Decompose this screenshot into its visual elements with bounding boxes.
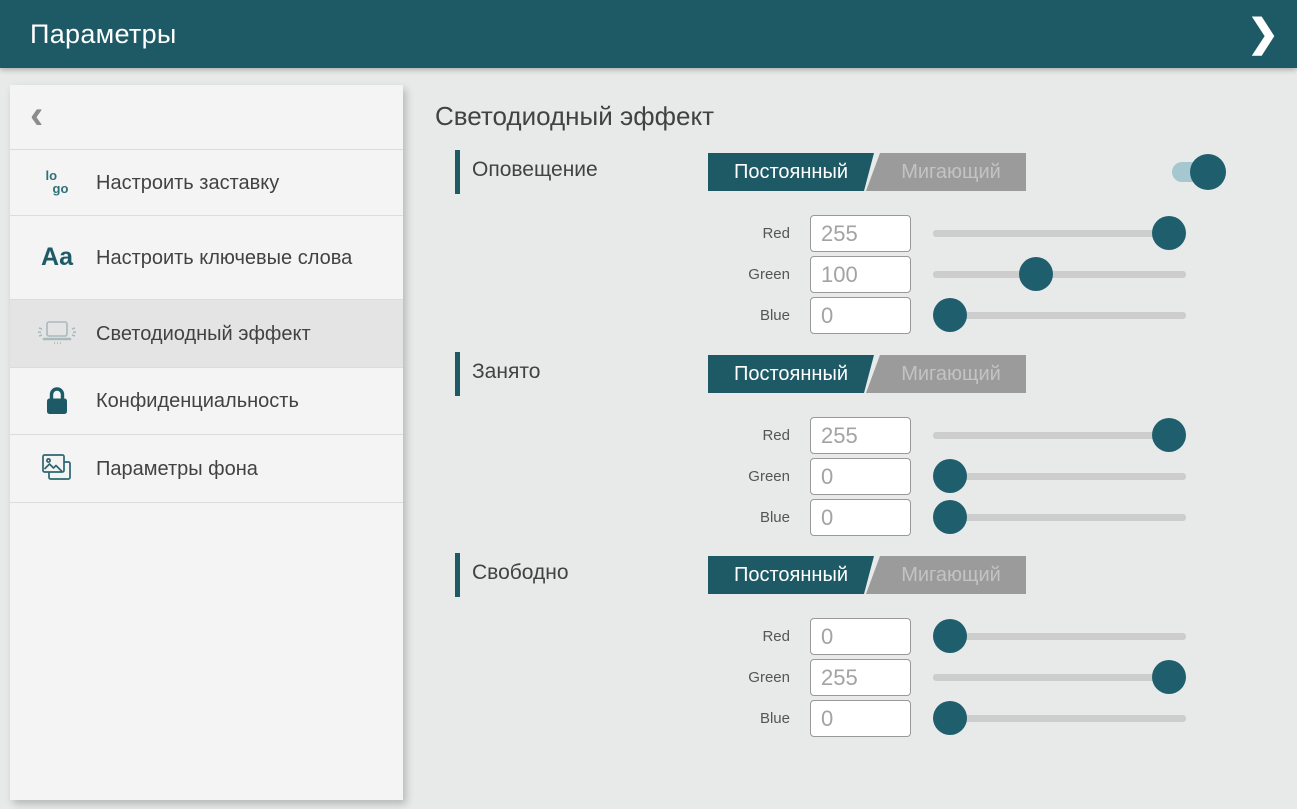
red-slider[interactable] <box>933 215 1186 252</box>
green-input[interactable] <box>810 458 911 495</box>
slider-thumb[interactable] <box>933 619 967 653</box>
mode-segmented-control: Постоянный Мигающий <box>708 556 1026 594</box>
blue-slider[interactable] <box>933 499 1186 536</box>
sidebar-item-label: Настроить ключевые слова <box>96 245 352 271</box>
sidebar-item-background[interactable]: Параметры фона <box>10 435 403 503</box>
toggle-thumb <box>1190 154 1226 190</box>
slider-track <box>933 633 1186 640</box>
blue-slider[interactable] <box>933 700 1186 737</box>
blue-label: Blue <box>690 499 790 536</box>
sidebar-item-privacy[interactable]: Конфиденциальность <box>10 368 403 435</box>
red-row: Red <box>435 417 1235 454</box>
slider-thumb[interactable] <box>1152 418 1186 452</box>
section-free: Свободно Постоянный Мигающий Red Green B… <box>435 551 1235 751</box>
mode-constant-button[interactable]: Постоянный <box>708 556 874 594</box>
slider-thumb[interactable] <box>1019 257 1053 291</box>
blue-input[interactable] <box>810 499 911 536</box>
section-title: Свободно <box>472 561 569 585</box>
notification-toggle[interactable] <box>1172 154 1228 190</box>
sidebar-item-screensaver[interactable]: logo Настроить заставку <box>10 150 403 216</box>
slider-track <box>933 674 1186 681</box>
slider-thumb[interactable] <box>933 500 967 534</box>
green-label: Green <box>690 458 790 495</box>
green-row: Green <box>435 256 1235 293</box>
sidebar-item-label: Параметры фона <box>96 456 258 482</box>
blue-label: Blue <box>690 297 790 334</box>
slider-track <box>933 473 1186 480</box>
section-busy: Занято Постоянный Мигающий Red Green Blu… <box>435 350 1235 550</box>
red-input[interactable] <box>810 618 911 655</box>
section-title: Занято <box>472 360 540 384</box>
green-label: Green <box>690 256 790 293</box>
mode-segmented-control: Постоянный Мигающий <box>708 153 1026 191</box>
slider-thumb[interactable] <box>933 459 967 493</box>
blue-row: Blue <box>435 297 1235 334</box>
green-row: Green <box>435 659 1235 696</box>
red-row: Red <box>435 215 1235 252</box>
keywords-aa-icon: Aa <box>34 243 80 272</box>
sidebar-back-button[interactable]: ‹ <box>10 85 403 150</box>
slider-track <box>933 230 1186 237</box>
page-title: Параметры <box>30 19 177 50</box>
blue-slider[interactable] <box>933 297 1186 334</box>
slider-track <box>933 432 1186 439</box>
slider-track <box>933 715 1186 722</box>
mode-segmented-control: Постоянный Мигающий <box>708 355 1026 393</box>
red-label: Red <box>690 417 790 454</box>
sidebar-item-led-effect[interactable]: Светодиодный эффект <box>10 300 403 368</box>
sidebar-item-keywords[interactable]: Aa Настроить ключевые слова <box>10 216 403 300</box>
settings-screen: Параметры ❯ ‹ logo Настроить заставку Aa… <box>0 0 1297 809</box>
forward-chevron-icon[interactable]: ❯ <box>1247 15 1279 53</box>
content-title: Светодиодный эффект <box>435 101 714 132</box>
sidebar-item-label: Конфиденциальность <box>96 388 299 414</box>
slider-track <box>933 514 1186 521</box>
green-input[interactable] <box>810 256 911 293</box>
slider-track <box>933 312 1186 319</box>
green-slider[interactable] <box>933 659 1186 696</box>
slider-track <box>933 271 1186 278</box>
green-input[interactable] <box>810 659 911 696</box>
red-slider[interactable] <box>933 618 1186 655</box>
red-label: Red <box>690 215 790 252</box>
red-input[interactable] <box>810 417 911 454</box>
red-row: Red <box>435 618 1235 655</box>
section-accent-bar <box>455 553 460 597</box>
sidebar-item-label: Настроить заставку <box>96 170 279 196</box>
blue-input[interactable] <box>810 297 911 334</box>
red-label: Red <box>690 618 790 655</box>
blue-row: Blue <box>435 499 1235 536</box>
section-accent-bar <box>455 352 460 396</box>
blue-row: Blue <box>435 700 1235 737</box>
background-images-icon <box>34 452 80 486</box>
mode-blinking-button[interactable]: Мигающий <box>866 556 1026 594</box>
section-accent-bar <box>455 150 460 194</box>
sidebar-item-label: Светодиодный эффект <box>96 321 311 347</box>
mode-blinking-button[interactable]: Мигающий <box>866 355 1026 393</box>
slider-thumb[interactable] <box>1152 660 1186 694</box>
section-title: Оповещение <box>472 158 598 182</box>
blue-input[interactable] <box>810 700 911 737</box>
green-slider[interactable] <box>933 256 1186 293</box>
green-label: Green <box>690 659 790 696</box>
blue-label: Blue <box>690 700 790 737</box>
back-chevron-icon: ‹ <box>30 95 43 135</box>
mode-constant-button[interactable]: Постоянный <box>708 355 874 393</box>
led-screen-icon <box>34 318 80 350</box>
red-input[interactable] <box>810 215 911 252</box>
slider-thumb[interactable] <box>933 298 967 332</box>
lock-icon <box>34 385 80 418</box>
mode-constant-button[interactable]: Постоянный <box>708 153 874 191</box>
red-slider[interactable] <box>933 417 1186 454</box>
section-notification: Оповещение Постоянный Мигающий Red Green <box>435 148 1235 348</box>
sidebar: ‹ logo Настроить заставку Aa Настроить к… <box>10 85 403 800</box>
logo-icon: logo <box>34 170 80 195</box>
slider-thumb[interactable] <box>933 701 967 735</box>
green-row: Green <box>435 458 1235 495</box>
app-bar: Параметры ❯ <box>0 0 1297 68</box>
mode-blinking-button[interactable]: Мигающий <box>866 153 1026 191</box>
green-slider[interactable] <box>933 458 1186 495</box>
slider-thumb[interactable] <box>1152 216 1186 250</box>
